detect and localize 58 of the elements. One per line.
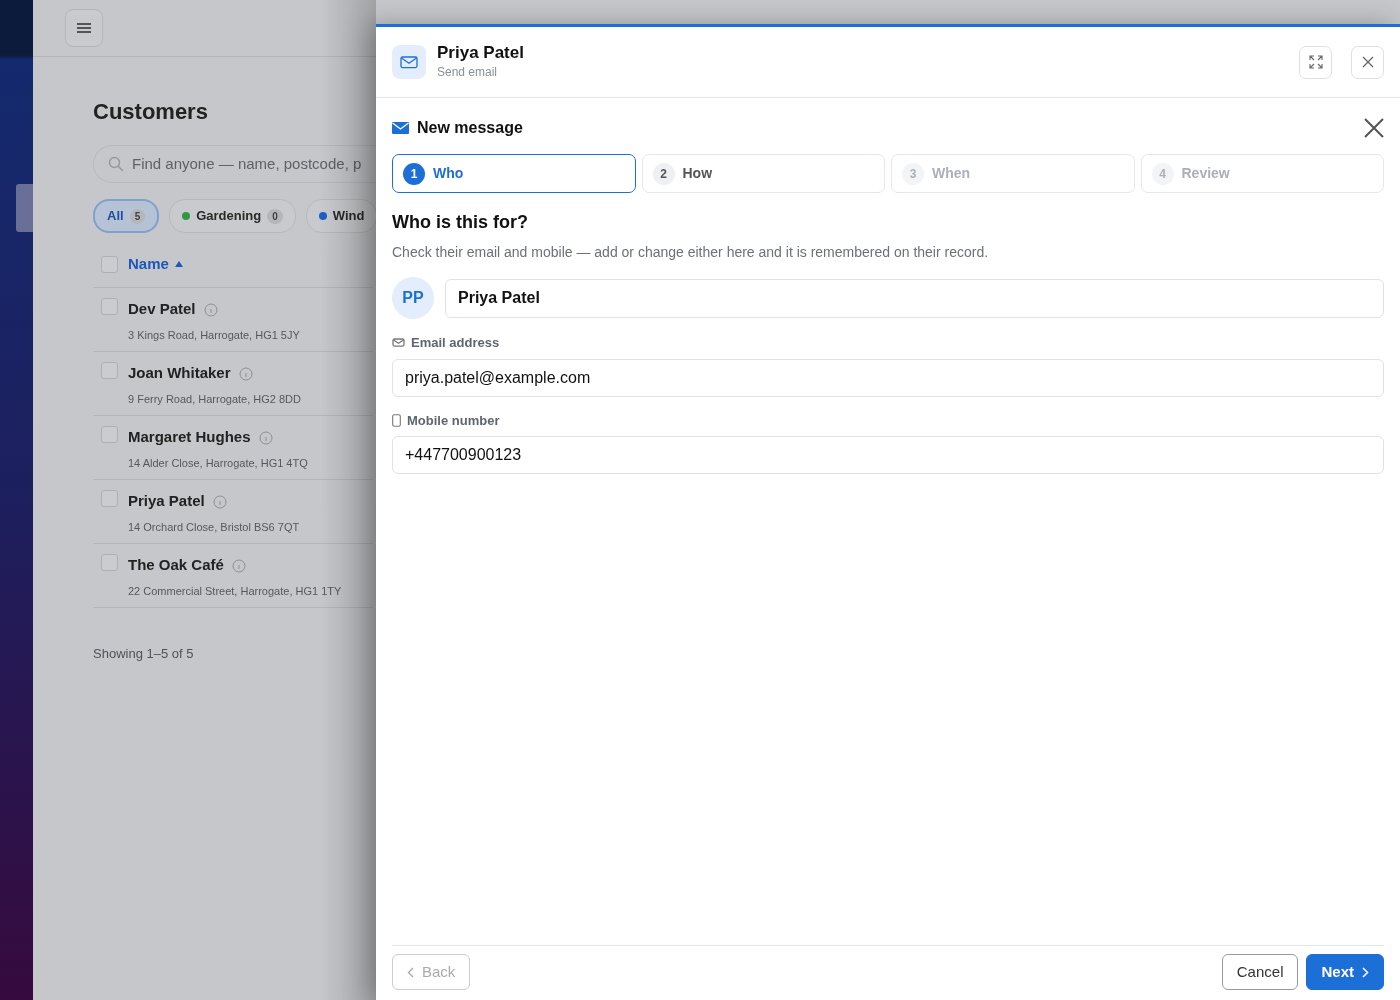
field-label: Email address — [411, 334, 500, 352]
info-icon — [258, 430, 273, 445]
page-title: Customers — [93, 99, 209, 126]
filter-chip[interactable]: Gardening 0 — [169, 199, 296, 233]
customer-address: 14 Orchard Close, Bristol BS6 7QT — [128, 519, 300, 535]
recipient-name: Priya Patel — [445, 278, 1384, 318]
pagination-text: Showing 1–5 of 5 — [93, 645, 195, 664]
chevron-left-icon — [407, 966, 414, 978]
expand-icon — [1308, 55, 1323, 69]
cancel-button[interactable]: Cancel — [1221, 954, 1299, 990]
phone-icon — [392, 413, 401, 427]
customer-name[interactable]: Priya Patel — [128, 490, 205, 513]
drawer-title: Priya Patel — [437, 42, 525, 64]
column-header[interactable]: Name — [128, 252, 169, 276]
field-label: Mobile number — [407, 411, 500, 430]
sidebar-tab[interactable] — [16, 184, 33, 232]
customer-address: 3 Kings Road, Harrogate, HG1 5JY — [128, 327, 300, 343]
sort-up-icon — [174, 261, 183, 268]
customer-address: 22 Commercial Street, Harrogate, HG1 1TY — [128, 583, 342, 599]
chevron-right-icon — [1362, 966, 1369, 978]
drawer-subtitle: Send email — [437, 64, 499, 82]
filter-chip[interactable]: Wind — [305, 199, 378, 233]
next-button[interactable]: Next — [1306, 954, 1384, 990]
menu-button[interactable] — [65, 9, 103, 47]
avatar: PP — [392, 277, 434, 319]
customer-address: 9 Ferry Road, Harrogate, HG2 8DD — [128, 391, 301, 407]
row-checkbox[interactable] — [101, 298, 118, 316]
customer-name[interactable]: The Oak Café — [128, 554, 224, 577]
composer-title: New message — [417, 118, 524, 138]
row-checkbox[interactable] — [101, 554, 118, 572]
close-icon — [1361, 56, 1374, 68]
step-description: Check their email and mobile — add or change either here and it is remembered on their record. — [392, 243, 990, 262]
close-button[interactable] — [1364, 118, 1384, 138]
info-icon — [231, 558, 246, 573]
step-tab[interactable]: 1 Who — [392, 154, 636, 193]
expand-button[interactable] — [1299, 45, 1332, 79]
row-checkbox[interactable] — [101, 490, 118, 508]
envelope-icon — [392, 338, 405, 348]
info-icon — [203, 302, 218, 317]
step-tab[interactable]: 2 How — [641, 154, 885, 193]
select-all-checkbox[interactable] — [101, 255, 118, 273]
row-checkbox[interactable] — [101, 362, 118, 380]
search-icon — [108, 156, 124, 173]
info-icon — [238, 366, 253, 381]
email-field[interactable]: priya.patel@example.com — [392, 358, 1384, 397]
filter-chip[interactable]: All 5 — [93, 199, 160, 233]
phone-field[interactable]: +447700900123 — [392, 436, 1384, 474]
envelope-icon — [392, 122, 409, 134]
info-icon — [212, 494, 227, 509]
close-icon — [1364, 118, 1384, 138]
menu-icon — [76, 22, 92, 34]
customer-name[interactable]: Dev Patel — [128, 298, 196, 321]
customer-address: 14 Alder Close, Harrogate, HG1 4TQ — [128, 455, 308, 471]
customer-name[interactable]: Joan Whitaker — [128, 362, 231, 385]
customer-name[interactable]: Margaret Hughes — [128, 426, 251, 449]
row-checkbox[interactable] — [101, 426, 118, 444]
step-heading: Who is this for? — [392, 211, 529, 234]
envelope-icon — [400, 55, 418, 69]
